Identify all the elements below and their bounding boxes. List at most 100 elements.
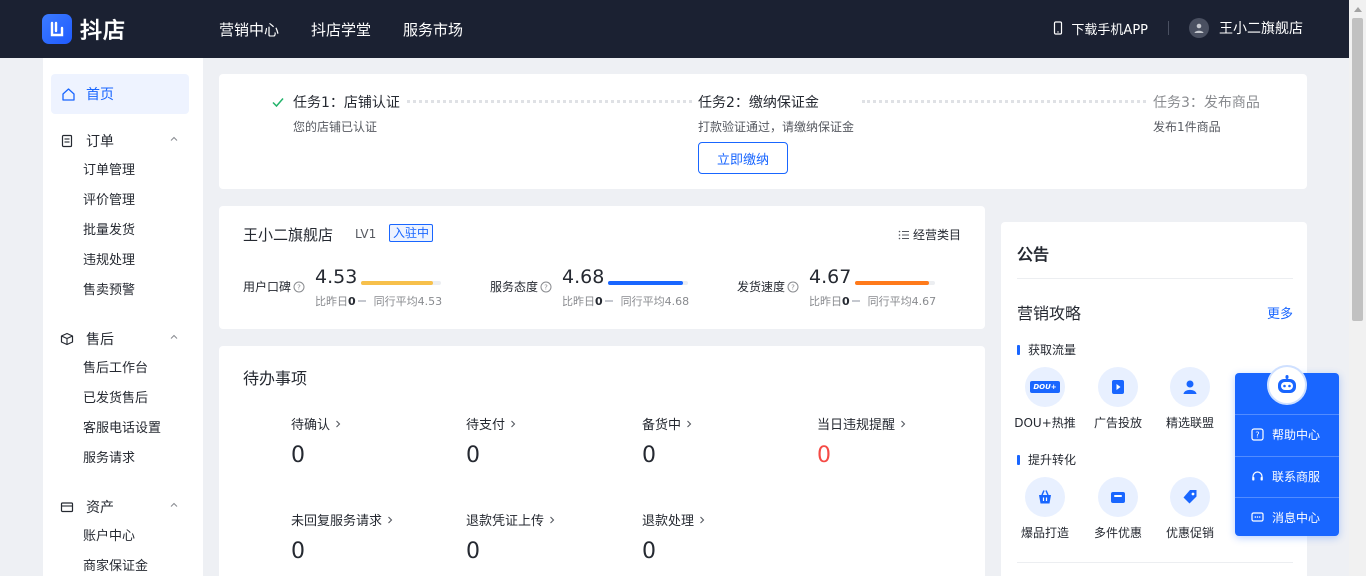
sidebar-group-head-assets[interactable]: 资产 (43, 496, 203, 518)
metric-value: 4.53 (315, 266, 358, 288)
shop-level: LV1 (355, 227, 377, 241)
metric-value: 4.68 (562, 266, 605, 288)
svg-text:?: ? (544, 283, 548, 291)
compare-value: 0 (348, 295, 356, 308)
pay-deposit-button[interactable]: 立即缴纳 (698, 142, 788, 174)
tool-ad-placement[interactable]: 广告投放 (1084, 367, 1152, 431)
ad-icon (1098, 367, 1138, 407)
contact-service-button[interactable]: 联系商服 (1235, 456, 1339, 496)
scrollbar-thumb[interactable] (1352, 18, 1363, 321)
compare-value: 0 (595, 295, 603, 308)
todo-item-pending-payment[interactable]: 待支付 0 (466, 414, 518, 468)
nav-marketing-center[interactable]: 营销中心 (219, 19, 279, 40)
page-scrollbar[interactable] (1349, 0, 1366, 576)
metric-bar (361, 281, 441, 285)
sidebar-item-aftersale-workbench[interactable]: 售后工作台 (43, 354, 203, 384)
onboarding-tasks-card: 任务1：店铺认证 您的店铺已认证 任务2：缴纳保证金 打款验证通过，请缴纳保证金… (219, 74, 1307, 189)
sidebar-group-title: 资产 (86, 500, 114, 516)
chevron-right-icon (687, 420, 692, 427)
notice-title: 公告 (1017, 245, 1050, 264)
download-app-link[interactable]: 下载手机APP (1051, 19, 1148, 38)
sidebar-item-home[interactable]: 首页 (51, 74, 189, 114)
tool-dou-plus[interactable]: DOU+ DOU+热推 (1011, 367, 1079, 431)
message-center-label: 消息中心 (1272, 511, 1321, 525)
sidebar-item-shipped-aftersale[interactable]: 已发货售后 (43, 384, 203, 414)
chevron-up-icon (170, 502, 178, 507)
tool-promotion[interactable]: 优惠促销 (1156, 477, 1224, 541)
help-icon[interactable]: ? (540, 281, 552, 293)
logo[interactable]: 抖店 (42, 13, 126, 45)
sidebar-item-order-management[interactable]: 订单管理 (43, 156, 203, 186)
tool-label: 精选联盟 (1165, 416, 1214, 430)
tool-label: DOU+热推 (1014, 416, 1076, 430)
metric-compare: 比昨日0 同行平均4.68 (562, 293, 689, 309)
chevron-right-icon (511, 420, 516, 427)
headset-icon (1252, 471, 1263, 481)
list-icon (898, 230, 909, 239)
metric-label: 服务态度 (490, 280, 539, 294)
todo-item-violation-alert[interactable]: 当日违规提醒 0 (817, 414, 908, 468)
tool-multi-item-discount[interactable]: 多件优惠 (1084, 477, 1152, 541)
sidebar-group-head-order[interactable]: 订单 (43, 130, 203, 152)
task-3: 任务3：发布商品 发布1件商品 (1153, 92, 1260, 135)
todo-count: 0 (466, 539, 480, 564)
todo-label: 备货中 (642, 418, 682, 433)
tool-alliance[interactable]: 精选联盟 (1156, 367, 1224, 431)
sidebar-group-aftersale: 售后 售后工作台 已发货售后 客服电话设置 服务请求 (43, 328, 203, 474)
todo-item-preparing[interactable]: 备货中 0 (642, 414, 694, 468)
chevron-up-icon (170, 334, 178, 339)
todo-label: 未回复服务请求 (291, 514, 383, 529)
chevron-right-icon (700, 516, 705, 523)
tool-hot-product[interactable]: 爆品打造 (1011, 477, 1079, 541)
sidebar-group-head-aftersale[interactable]: 售后 (43, 328, 203, 350)
nav-academy[interactable]: 抖店学堂 (311, 19, 371, 40)
tool-label: 优惠促销 (1165, 526, 1214, 540)
industry-average: 同行平均4.68 (620, 295, 690, 308)
sidebar-item-batch-shipping[interactable]: 批量发货 (43, 216, 203, 246)
help-icon[interactable]: ? (293, 281, 305, 293)
user-name: 王小二旗舰店 (1219, 21, 1303, 37)
sidebar-item-review-management[interactable]: 评价管理 (43, 186, 203, 216)
section-title-traffic: 获取流量 (1017, 341, 1076, 358)
message-icon (1251, 512, 1264, 522)
sidebar-group-title: 售后 (86, 332, 114, 348)
todo-label: 退款凭证上传 (466, 514, 545, 529)
sidebar-item-merchant-deposit[interactable]: 商家保证金 (43, 552, 203, 576)
todo-item-refund-processing[interactable]: 退款处理 0 (642, 510, 707, 564)
task-progress-line (862, 100, 1146, 103)
metric-compare: 比昨日0 同行平均4.67 (809, 293, 936, 309)
sidebar-item-cs-phone-settings[interactable]: 客服电话设置 (43, 414, 203, 444)
sidebar-item-account-center[interactable]: 账户中心 (43, 522, 203, 552)
todo-label: 待支付 (466, 418, 506, 433)
shop-info-card: 王小二旗舰店 LV1 入驻中 经营类目 用户口碑? 4.53 比昨日0 同行平均4… (219, 206, 985, 329)
section-title-conversion: 提升转化 (1017, 451, 1076, 468)
sidebar-item-violations[interactable]: 违规处理 (43, 246, 203, 276)
task-subtitle: 您的店铺已认证 (293, 120, 378, 134)
todo-count: 0 (291, 539, 305, 564)
task-subtitle: 打款验证通过，请缴纳保证金 (698, 120, 855, 134)
help-center-button[interactable]: ? 帮助中心 (1235, 414, 1339, 454)
sidebar-item-sales-warning[interactable]: 售卖预警 (43, 276, 203, 306)
business-category-link[interactable]: 经营类目 (898, 226, 961, 243)
scroll-up-arrow-icon[interactable] (1349, 0, 1366, 17)
help-icon[interactable]: ? (787, 281, 799, 293)
sidebar-item-service-requests[interactable]: 服务请求 (43, 444, 203, 474)
todo-item-unreplied-requests[interactable]: 未回复服务请求 0 (291, 510, 395, 564)
svg-text:?: ? (297, 283, 301, 291)
nav-service-market[interactable]: 服务市场 (403, 19, 463, 40)
todo-item-pending-confirm[interactable]: 待确认 0 (291, 414, 343, 468)
more-link[interactable]: 更多 (1267, 303, 1293, 322)
todo-item-refund-voucher[interactable]: 退款凭证上传 0 (466, 510, 557, 564)
help-circle-icon: ? (1251, 428, 1264, 441)
svg-text:?: ? (791, 283, 795, 291)
user-menu[interactable]: 王小二旗舰店 (1189, 18, 1303, 38)
message-center-button[interactable]: 消息中心 (1235, 497, 1339, 537)
compare-prefix: 比昨日 (562, 295, 595, 308)
metric-label: 发货速度 (737, 280, 786, 294)
tool-label: 广告投放 (1093, 416, 1142, 430)
robot-assistant-icon[interactable] (1267, 365, 1307, 405)
todo-label: 待确认 (291, 418, 331, 433)
metric-compare: 比昨日0 同行平均4.53 (315, 293, 442, 309)
todo-label: 退款处理 (642, 514, 695, 529)
avatar (1189, 18, 1209, 38)
